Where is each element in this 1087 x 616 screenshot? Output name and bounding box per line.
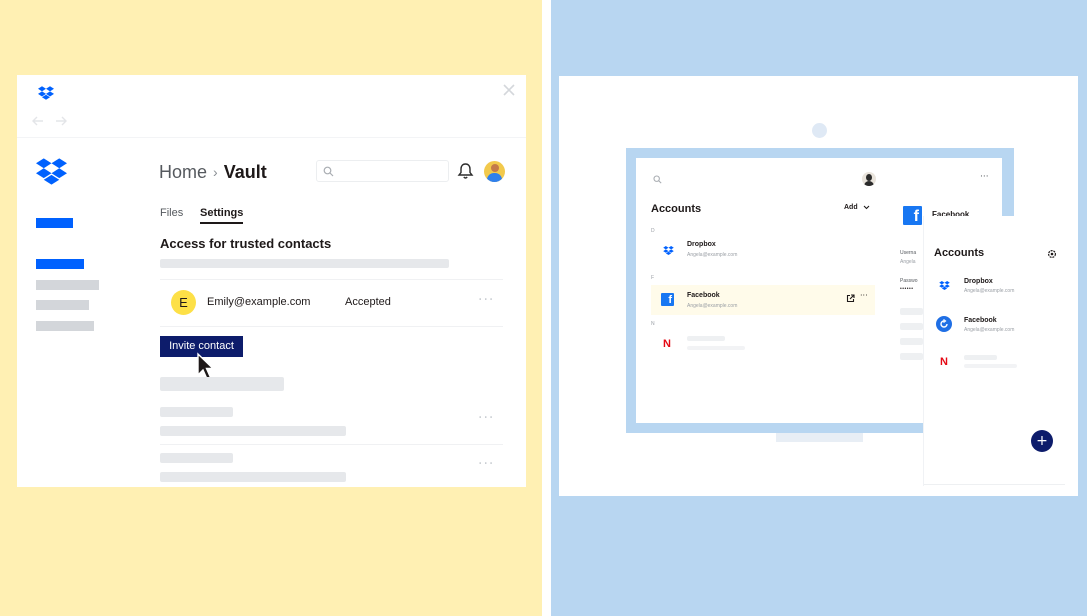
mobile-list-item-facebook[interactable]: Facebook Angela@example.com [934,314,1058,338]
item-email: Angela@example.com [964,327,1015,333]
search-icon [323,166,334,177]
contact-row[interactable]: E Emily@example.com Accepted ··· [160,280,503,326]
panel-divider [542,0,551,616]
placeholder-heading [160,377,284,391]
dropbox-icon [38,86,54,100]
sidebar-item[interactable] [36,321,94,331]
list-item-netflix[interactable]: N [651,330,875,360]
contact-status: Accepted [345,296,391,308]
placeholder-field [900,353,923,360]
item-name: Dropbox [687,241,716,248]
external-link-icon[interactable] [846,294,855,303]
add-fab-button[interactable]: + [1031,430,1053,452]
sidebar-item-primary[interactable] [36,218,73,228]
mobile-list-item-netflix[interactable]: N [934,352,1058,376]
placeholder-field [900,338,923,345]
search-input[interactable] [316,160,449,182]
breadcrumb: Home › Vault [159,161,267,183]
placeholder-text [964,355,997,360]
more-options-icon[interactable]: ··· [478,410,494,426]
sync-icon [936,316,952,332]
item-email: Angela@example.com [964,288,1015,294]
contact-avatar: E [171,290,196,315]
placeholder-text [964,364,1017,368]
mobile-accounts-title: Accounts [934,247,985,259]
breadcrumb-home[interactable]: Home [159,162,207,183]
tab-files[interactable]: Files [160,207,183,219]
chevron-down-icon [863,205,869,210]
facebook-icon: f [661,293,674,306]
tab-settings[interactable]: Settings [200,207,243,219]
add-button-label: Add [844,204,858,211]
back-arrow-icon[interactable] [32,116,44,126]
laptop-camera [812,123,827,138]
mobile-list-item-dropbox[interactable]: Dropbox Angela@example.com [934,276,1058,300]
placeholder-field [900,308,923,315]
tab-settings-underline [200,222,243,224]
mobile-bottom-line [924,484,1065,485]
username-value: Angela [900,259,916,265]
gear-icon[interactable] [1047,249,1057,259]
placeholder-row [160,472,346,482]
avatar[interactable] [484,161,505,182]
bell-icon[interactable] [457,162,474,180]
list-item-dropbox[interactable]: Dropbox Angela@example.com [651,238,875,268]
item-email: Angela@example.com [687,252,738,258]
section-letter: F [651,275,655,281]
accounts-title: Accounts [651,203,702,215]
avatar[interactable] [862,172,876,186]
placeholder-text [687,336,725,341]
breadcrumb-separator: › [213,164,218,180]
more-options-icon[interactable]: ··· [860,291,868,300]
facebook-icon: f [903,206,922,225]
placeholder-text [687,346,745,350]
item-name: Facebook [687,292,720,299]
section-title: Access for trusted contacts [160,236,332,251]
section-letter: D [651,228,655,234]
add-button[interactable]: Add [844,204,870,211]
netflix-icon: N [663,338,671,350]
dropbox-logo-icon[interactable] [36,158,67,185]
row-divider [160,444,503,445]
dropbox-icon [663,246,674,255]
illustration-card: ··· Accounts Add D Dropbox Angela@exampl… [559,76,1078,496]
password-label: Passwo [900,278,918,284]
more-options-icon[interactable]: ··· [478,292,494,308]
placeholder-row [160,453,233,463]
contact-email: Emily@example.com [207,296,311,308]
more-options-icon[interactable]: ··· [980,172,989,182]
sidebar [17,138,142,487]
sidebar-item[interactable] [36,300,89,310]
placeholder-row [160,407,233,417]
list-item-facebook[interactable]: f Facebook Angela@example.com ··· [651,285,875,315]
item-name: Dropbox [964,278,993,285]
mobile-card: Accounts Dropbox Angela@example.com Face… [923,216,1065,486]
close-icon[interactable] [502,83,516,97]
netflix-icon: N [940,356,948,368]
password-value: •••••• [900,286,914,292]
row-divider [160,326,503,327]
dropbox-icon [939,281,950,290]
more-options-icon[interactable]: ··· [478,456,494,472]
forward-arrow-icon[interactable] [55,116,67,126]
sidebar-item-active[interactable] [36,259,84,269]
item-name: Facebook [964,317,997,324]
laptop-base [776,433,863,442]
section-letter: N [651,321,655,327]
placeholder-field [900,323,923,330]
page-title: Vault [223,161,267,182]
item-email: Angela@example.com [687,303,738,309]
dropbox-window: Home › Vault Files Settings Access for t… [17,75,526,487]
placeholder-row [160,426,346,436]
username-label: Userna [900,250,917,256]
placeholder-text [160,259,449,268]
sidebar-item[interactable] [36,280,99,290]
search-icon[interactable] [653,175,662,184]
